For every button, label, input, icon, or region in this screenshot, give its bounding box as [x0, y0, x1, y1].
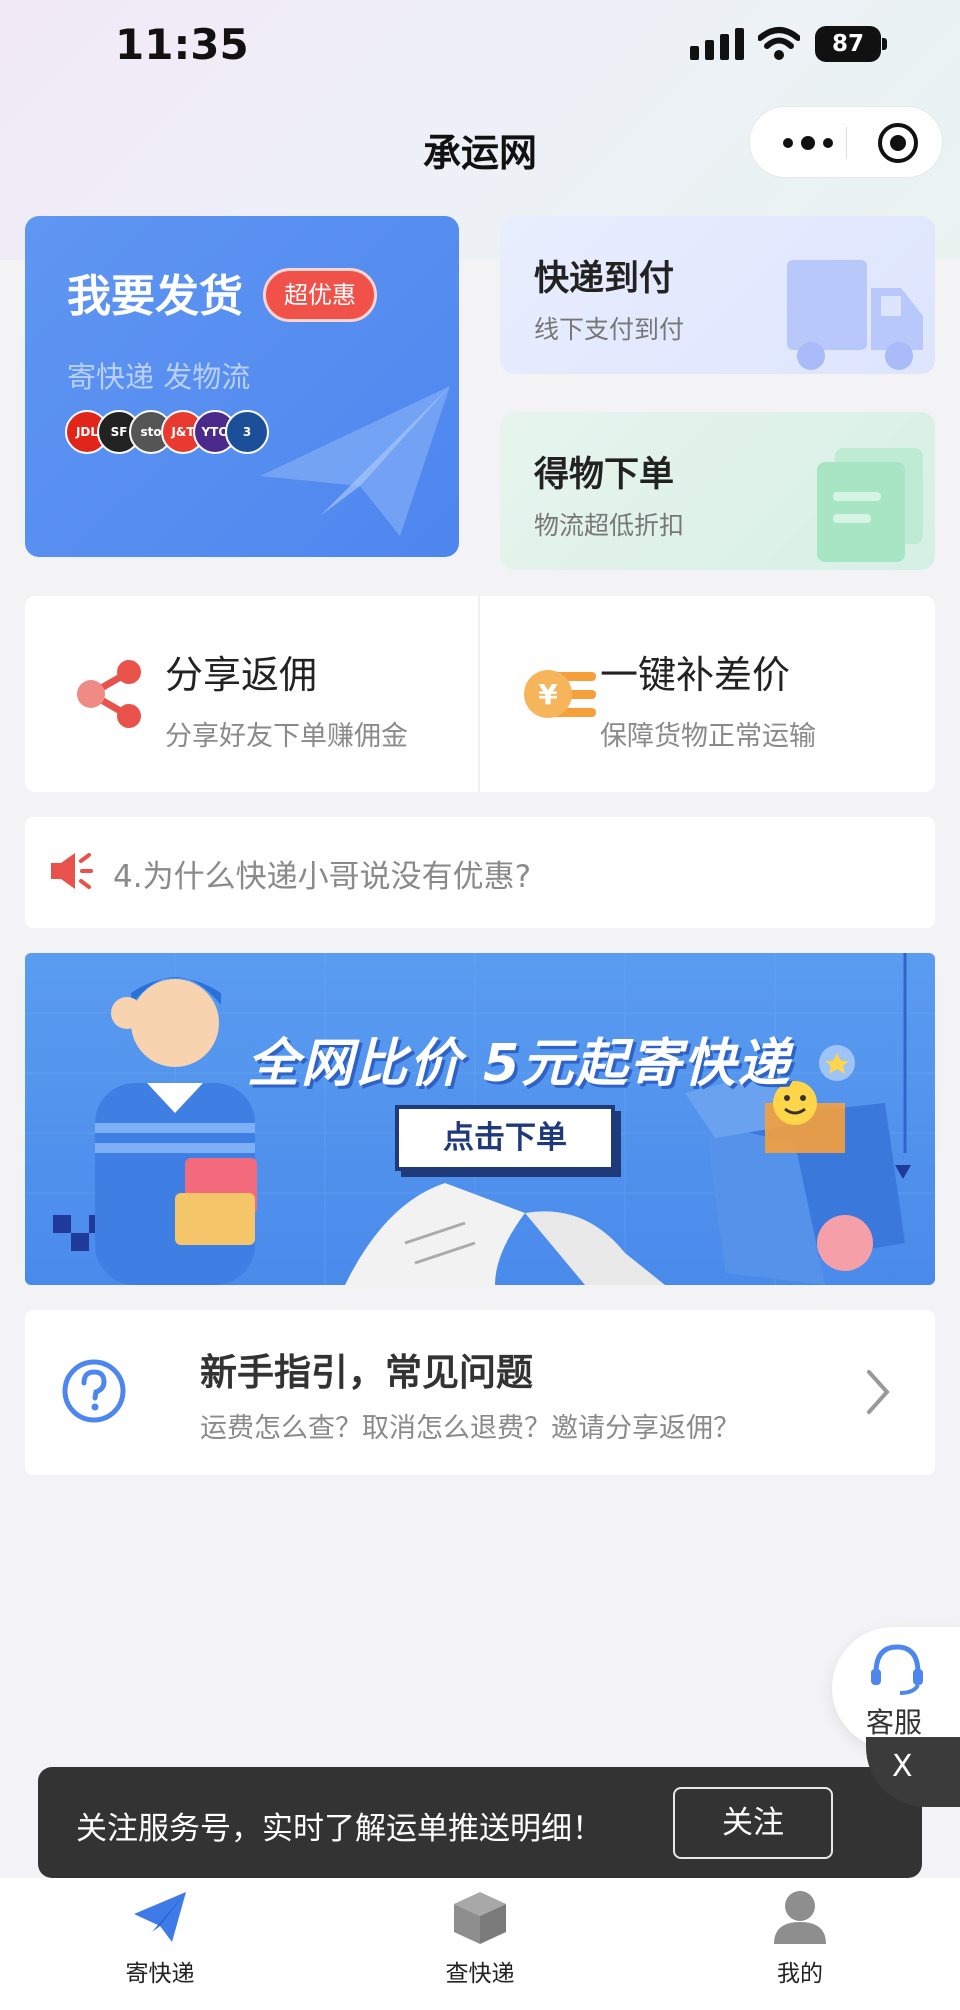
follow-message: 关注服务号，实时了解运单推送明细！ [76, 1811, 603, 1847]
notice-text: 4.为什么快递小哥说没有优惠? [113, 859, 532, 895]
wifi-icon [758, 27, 800, 60]
dewu-title: 得物下单 [534, 455, 675, 495]
send-package-card[interactable]: 我要发货 超优惠 寄快递 发物流 JDL SF sto J&T YTO 3 [25, 216, 459, 557]
dewu-subtitle: 物流超低折扣 [534, 511, 685, 540]
notice-bar[interactable]: 4.为什么快递小哥说没有优惠? [25, 817, 935, 928]
close-label: X [892, 1749, 913, 1784]
documents-icon [817, 448, 923, 562]
feature-row: 分享返佣 分享好友下单赚佣金 ¥ 一键补差价 保障货物正常运输 [25, 596, 935, 792]
follow-button[interactable]: 关注 [673, 1787, 833, 1859]
user-icon [774, 1891, 826, 1944]
close-miniprogram-icon[interactable] [876, 121, 920, 165]
paper-plane-decoration-icon [260, 386, 450, 536]
share-commission-item[interactable]: 分享返佣 分享好友下单赚佣金 [25, 596, 478, 792]
svg-text:¥: ¥ [538, 678, 558, 711]
chevron-right-icon [867, 1370, 890, 1414]
coin-icon: ¥ [524, 670, 596, 718]
share-icon [77, 660, 141, 728]
headset-icon [871, 1644, 923, 1695]
banner-headline: 全网比价 5元起寄快递 [247, 1034, 792, 1094]
price-diff-subtitle: 保障货物正常运输 [600, 721, 816, 752]
status-time: 11:35 [115, 20, 249, 69]
bottom-tab-bar: 寄快递 查快递 我的 [0, 1878, 960, 2010]
cod-subtitle: 线下支付到付 [534, 315, 685, 344]
miniprogram-capsule [749, 106, 943, 178]
follow-account-toast: 关注服务号，实时了解运单推送明细！ 关注 [38, 1767, 922, 1878]
carrier-logo-other: 3 [225, 410, 269, 454]
dewu-order-card[interactable]: 得物下单 物流超低折扣 [500, 412, 935, 570]
cellular-signal-icon [690, 28, 744, 60]
tab-mine-label: 我的 [777, 1961, 823, 1987]
tab-track[interactable]: 查快递 [320, 1878, 640, 2010]
paper-plane-icon [134, 1892, 186, 1942]
tab-send-label: 寄快递 [125, 1961, 195, 1987]
discount-badge: 超优惠 [263, 268, 377, 322]
status-bar: 11:35 87 [0, 0, 960, 90]
tab-track-label: 查快递 [445, 1961, 515, 1987]
package-icon [454, 1892, 506, 1944]
customer-service-button[interactable]: 客服 [832, 1627, 960, 1749]
promo-banner[interactable]: 全网比价 5元起寄快递 点击下单 [25, 953, 935, 1285]
guide-title: 新手指引，常见问题 [200, 1351, 533, 1394]
share-subtitle: 分享好友下单赚佣金 [165, 721, 408, 752]
send-title: 我要发货 [67, 271, 243, 322]
battery-indicator: 87 [815, 26, 887, 62]
truck-icon [787, 260, 923, 370]
share-title: 分享返佣 [165, 653, 318, 697]
send-subtitle: 寄快递 发物流 [67, 360, 251, 394]
tab-send[interactable]: 寄快递 [0, 1878, 320, 2010]
battery-tip [882, 38, 887, 50]
price-diff-title: 一键补差价 [600, 653, 791, 697]
customer-service-label: 客服 [866, 1706, 923, 1739]
beginner-guide-card[interactable]: 新手指引，常见问题 运费怎么查？取消怎么退费？邀请分享返佣？ [25, 1310, 935, 1475]
battery-level: 87 [815, 26, 881, 62]
speaker-icon [51, 853, 93, 889]
price-difference-item[interactable]: ¥ 一键补差价 保障货物正常运输 [480, 596, 933, 792]
cash-on-delivery-card[interactable]: 快递到付 线下支付到付 [500, 216, 935, 374]
capsule-divider [846, 127, 847, 159]
tab-mine[interactable]: 我的 [640, 1878, 960, 2010]
more-icon[interactable] [778, 129, 838, 157]
cod-title: 快递到付 [534, 259, 675, 299]
order-now-button[interactable]: 点击下单 [395, 1105, 615, 1171]
help-icon [62, 1359, 126, 1423]
guide-subtitle: 运费怎么查？取消怎么退费？邀请分享返佣？ [200, 1413, 740, 1444]
